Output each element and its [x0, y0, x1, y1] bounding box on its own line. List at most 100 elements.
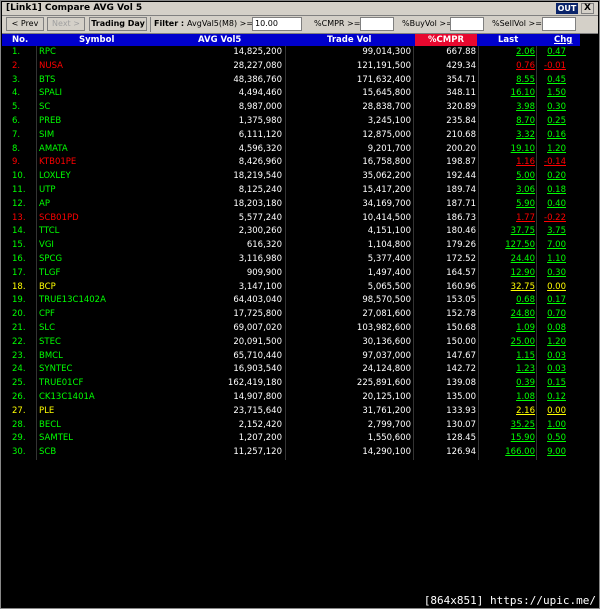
cmpr-cell: 187.71	[446, 198, 476, 209]
table-row[interactable]: 20. CPF 17,725,800 27,081,600 152.78 24.80 0.7…	[2, 308, 580, 322]
change-cell: 0.50	[547, 433, 566, 444]
table-row[interactable]: 16. SPCG 3,116,980 5,377,400 172.52 24.40 1.10	[2, 253, 580, 267]
column-header-chg[interactable]: Chg	[554, 34, 576, 46]
symbol-cell[interactable]: BCP	[39, 281, 179, 295]
table-row[interactable]: 1. RPC 14,825,200 99,014,300 667.88 2.06 0.47	[2, 46, 580, 60]
table-row[interactable]: 7. SIM 6,111,120 12,875,000 210.68 3.32 0.16	[2, 129, 580, 143]
table-row[interactable]: 25. TRUE01CF 162,419,180 225,891,600 139.08 0…	[2, 377, 580, 391]
table-row[interactable]: 2. NUSA 28,227,080 121,191,500 429.34 0.76 -0.…	[2, 60, 580, 74]
trading-day-button[interactable]: Trading Day	[89, 17, 147, 31]
last-price-cell: 0.39	[516, 378, 535, 389]
symbol-cell[interactable]: CPF	[39, 308, 179, 322]
column-header-cmpr[interactable]: %CMPR	[415, 34, 477, 46]
symbol-cell[interactable]: LOXLEY	[39, 170, 179, 184]
vertical-scrollbar[interactable]	[581, 34, 598, 604]
table-row[interactable]: 23. BMCL 65,710,440 97,037,000 147.67 1.15 0.0…	[2, 350, 580, 364]
trade-vol-cell: 171,632,400	[356, 74, 411, 85]
table-row[interactable]: 4. SPALI 4,494,460 15,645,800 348.11 16.10 1.5…	[2, 87, 580, 101]
table-row[interactable]: 27. PLE 23,715,640 31,761,200 133.93 2.16 0.00	[2, 405, 580, 419]
last-price-cell: 1.15	[516, 350, 535, 361]
table-row[interactable]: 15. VGI 616,320 1,104,800 179.26 127.50 7.00	[2, 239, 580, 253]
column-header-no[interactable]: No.	[12, 34, 34, 46]
symbol-cell[interactable]: KTB01PE	[39, 156, 179, 170]
table-row[interactable]: 12. AP 18,203,180 34,169,700 187.71 5.90 0.40	[2, 198, 580, 212]
table-row[interactable]: 17. TLGF 909,900 1,497,400 164.57 12.90 0.30	[2, 267, 580, 281]
avg-vol-cell: 616,320	[246, 240, 282, 251]
column-header-trade-vol[interactable]: Trade Vol	[327, 34, 387, 46]
symbol-cell[interactable]: BTS	[39, 74, 179, 88]
symbol-cell[interactable]: SCB	[39, 446, 179, 460]
column-header-last[interactable]: Last	[498, 34, 528, 46]
table-row[interactable]: 30. SCB 11,257,120 14,290,100 126.94 166.00 9.…	[2, 446, 580, 460]
column-header-symbol[interactable]: Symbol	[79, 34, 139, 46]
table-row[interactable]: 3. BTS 48,386,760 171,632,400 354.71 8.55 0.45	[2, 74, 580, 88]
symbol-cell[interactable]: BECL	[39, 419, 179, 433]
change-cell: 0.00	[547, 405, 566, 416]
table-row[interactable]: 5. SC 8,987,000 28,838,700 320.89 3.98 0.30	[2, 101, 580, 115]
symbol-cell[interactable]: TTCL	[39, 225, 179, 239]
last-price-cell: 35.25	[510, 419, 535, 430]
change-cell: 7.00	[547, 240, 566, 251]
table-row[interactable]: 29. SAMTEL 1,207,200 1,550,600 128.45 15.90 0.…	[2, 432, 580, 446]
symbol-cell[interactable]: CK13C1401A	[39, 391, 179, 405]
table-row[interactable]: 9. KTB01PE 8,426,960 16,758,800 198.87 1.16 -0…	[2, 156, 580, 170]
symbol-cell[interactable]: AMATA	[39, 143, 179, 157]
symbol-cell[interactable]: SYNTEC	[39, 363, 179, 377]
close-button[interactable]: X	[581, 3, 594, 14]
cmpr-filter-input[interactable]	[360, 17, 394, 31]
symbol-cell[interactable]: NUSA	[39, 60, 179, 74]
out-button[interactable]: OUT	[556, 3, 578, 14]
symbol-cell[interactable]: PLE	[39, 405, 179, 419]
symbol-cell[interactable]: UTP	[39, 184, 179, 198]
trade-vol-cell: 1,104,800	[367, 240, 411, 251]
symbol-cell[interactable]: SPCG	[39, 253, 179, 267]
table-row[interactable]: 13. SCB01PD 5,577,240 10,414,500 186.73 1.77-…	[2, 212, 580, 226]
symbol-cell[interactable]: SIM	[39, 129, 179, 143]
symbol-cell[interactable]: SAMTEL	[39, 432, 179, 446]
table-row[interactable]: 26. CK13C1401A 14,907,800 20,125,100 135.00 1…	[2, 391, 580, 405]
table-row[interactable]: 18. BCP 3,147,100 5,065,500 160.96 32.75 0.00	[2, 281, 580, 295]
avgvol-filter-input[interactable]: 10.00	[252, 17, 302, 31]
symbol-cell[interactable]: RPC	[39, 46, 179, 60]
symbol-cell[interactable]: STEC	[39, 336, 179, 350]
symbol-cell[interactable]: VGI	[39, 239, 179, 253]
change-cell: 1.50	[547, 88, 566, 99]
last-price-cell: 15.90	[510, 433, 535, 444]
symbol-cell[interactable]: SPALI	[39, 87, 179, 101]
table-row[interactable]: 19. TRUE13C1402A 64,403,040 98,570,500 153.0…	[2, 294, 580, 308]
next-button[interactable]: Next >	[47, 17, 85, 31]
cmpr-cell: 198.87	[446, 157, 476, 168]
table-row[interactable]: 14. TTCL 2,300,260 4,151,100 180.46 37.75 3.75	[2, 225, 580, 239]
table-row[interactable]: 28. BECL 2,152,420 2,799,700 130.07 35.25 1.00	[2, 419, 580, 433]
table-row[interactable]: 22. STEC 20,091,500 30,136,600 150.00 25.00 1.…	[2, 336, 580, 350]
table-row[interactable]: 6. PREB 1,375,980 3,245,100 235.84 8.70 0.25	[2, 115, 580, 129]
row-number: 5.	[12, 102, 21, 113]
symbol-cell[interactable]: TLGF	[39, 267, 179, 281]
last-price-cell: 3.06	[516, 185, 535, 195]
row-number: 7.	[12, 129, 21, 140]
trade-vol-cell: 9,201,700	[367, 143, 411, 154]
symbol-cell[interactable]: PREB	[39, 115, 179, 129]
row-number: 28.	[12, 419, 26, 430]
buyvol-filter-input[interactable]	[450, 17, 484, 31]
prev-button[interactable]: < Prev	[6, 17, 44, 31]
column-header-avg-vol[interactable]: AVG Vol5	[198, 34, 258, 46]
sellvol-filter-input[interactable]	[542, 17, 576, 31]
symbol-cell[interactable]: SLC	[39, 322, 179, 336]
table-row[interactable]: 11. UTP 8,125,240 15,417,200 189.74 3.06 0.18	[2, 184, 580, 198]
symbol-cell[interactable]: TRUE01CF	[39, 377, 179, 391]
symbol-cell[interactable]: BMCL	[39, 350, 179, 364]
symbol-cell[interactable]: TRUE13C1402A	[39, 294, 179, 308]
table-row[interactable]: 21. SLC 69,007,020 103,982,600 150.68 1.09 0.0…	[2, 322, 580, 336]
change-cell: 0.03	[547, 364, 566, 375]
symbol-cell[interactable]: SCB01PD	[39, 212, 179, 226]
table-row[interactable]: 24. SYNTEC 16,903,540 24,124,800 142.72 1.23 0…	[2, 363, 580, 377]
table-row[interactable]: 10. LOXLEY 18,219,540 35,062,200 192.44 5.00 0…	[2, 170, 580, 184]
symbol-cell[interactable]: AP	[39, 198, 179, 212]
window-title: [Link1] Compare AVG Vol 5	[6, 3, 143, 13]
title-bar: [Link1] Compare AVG Vol 5 OUT X	[2, 2, 598, 16]
change-cell: -0.01	[544, 60, 566, 71]
symbol-cell[interactable]: SC	[39, 101, 179, 115]
row-number: 23.	[12, 350, 26, 361]
table-row[interactable]: 8. AMATA 4,596,320 9,201,700 200.20 19.10 1.20	[2, 143, 580, 157]
